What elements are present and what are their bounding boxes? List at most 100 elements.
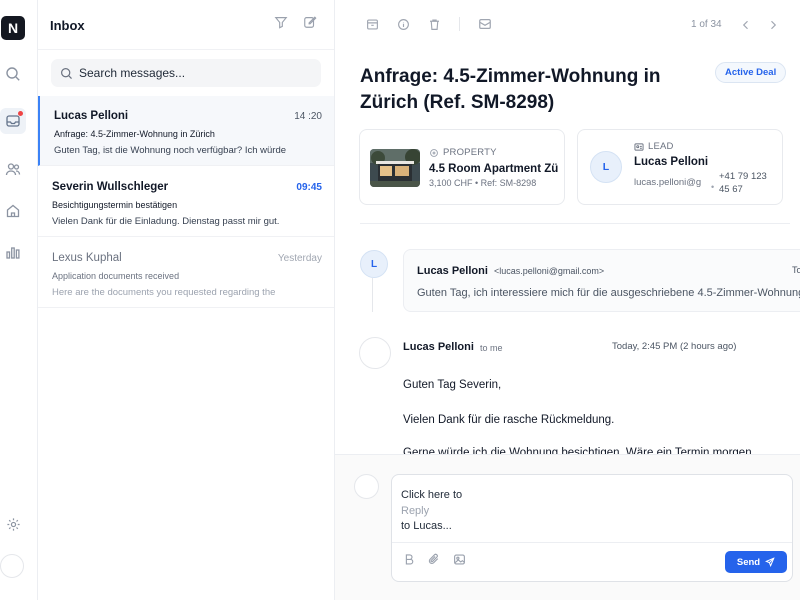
image-button[interactable] <box>452 552 466 566</box>
app-logo[interactable]: N <box>1 16 25 40</box>
mail-sender: Severin Wullschleger <box>52 181 169 193</box>
attach-button[interactable] <box>427 552 441 566</box>
mail-icon <box>478 17 492 31</box>
search-box[interactable] <box>51 59 321 87</box>
template-button[interactable] <box>402 552 416 566</box>
mail-time: Yesterday <box>277 253 322 264</box>
reply-placeholder-line: Reply <box>401 504 430 517</box>
compose-button[interactable] <box>302 14 318 30</box>
mail-preview: Here are the documents you requested reg… <box>52 287 276 298</box>
archive-icon <box>366 18 379 31</box>
mail-subject: Besichtigungstermin bestätigen <box>52 200 178 210</box>
property-thumbnail <box>370 149 420 187</box>
section-divider <box>360 223 790 224</box>
send-label: Send <box>736 556 761 568</box>
user-avatar[interactable] <box>0 554 24 578</box>
mail-list-item[interactable]: Lexus Kuphal Yesterday Application docum… <box>38 238 334 308</box>
property-card[interactable]: PROPERTY 4.5 Room Apartment Zü 3,100 CHF… <box>359 129 565 205</box>
inbox-title: Inbox <box>50 18 85 33</box>
message-time: Today, 2:45 PM <box>792 265 800 275</box>
trash-icon <box>428 18 441 31</box>
settings-nav-button[interactable] <box>2 513 24 535</box>
logo-letter: N <box>7 20 19 36</box>
bold-icon <box>403 553 415 565</box>
inbox-nav-button[interactable] <box>0 108 26 134</box>
contacts-nav-button[interactable] <box>2 158 24 180</box>
property-title: 4.5 Room Apartment Zü <box>429 163 559 175</box>
archive-button[interactable] <box>365 17 379 31</box>
thread-subject: Anfrage: 4.5-Zimmer-Wohnung in Zürich (R… <box>360 66 661 113</box>
deal-status-badge[interactable]: Active Deal <box>715 62 787 83</box>
mark-unread-button[interactable] <box>478 17 492 31</box>
lead-phone[interactable]: +41 79 123 45 67 <box>719 170 769 196</box>
image-icon <box>453 553 466 566</box>
toolbar-divider <box>459 17 460 31</box>
properties-nav-button[interactable] <box>2 200 24 222</box>
message-recipient: to me <box>480 343 503 353</box>
inbox-pane: Inbox Lucas Pelloni 14 :20 Anfrage: 4.5-… <box>38 0 335 600</box>
property-kicker-label: PROPERTY <box>443 147 497 158</box>
lead-avatar: L <box>590 151 622 183</box>
users-icon <box>5 161 21 177</box>
mail-preview: Vielen Dank für die Einladung. Dienstag … <box>52 216 280 227</box>
message-time: Today, 2:45 PM (2 hours ago) <box>612 341 737 352</box>
info-icon <box>397 18 410 31</box>
notification-dot <box>18 111 23 116</box>
search-input[interactable] <box>79 66 309 80</box>
property-details: 3,100 CHF • Ref: SM-8298 <box>429 178 537 188</box>
search-icon <box>5 66 21 82</box>
composer-divider <box>392 542 792 543</box>
mail-list-item[interactable]: Severin Wullschleger 09:45 Besichtigungs… <box>38 167 334 237</box>
mail-preview: Guten Tag, ist die Wohnung noch verfügba… <box>54 145 287 156</box>
reply-placeholder[interactable]: Click here to Reply to Lucas... <box>401 488 501 535</box>
filter-icon <box>274 15 288 29</box>
chart-icon <box>5 244 21 260</box>
lead-email[interactable]: lucas.pelloni@g <box>634 177 701 188</box>
thread-toolbar: 1 of 34 <box>335 0 800 50</box>
property-kicker: PROPERTY <box>429 147 497 158</box>
mail-subject: Anfrage: 4.5-Zimmer-Wohnung in Zürich <box>54 129 215 139</box>
reply-composer[interactable]: Click here to Reply to Lucas... Send <box>391 474 793 582</box>
search-nav-button[interactable] <box>2 63 24 85</box>
lead-card[interactable]: L LEAD Lucas Pelloni lucas.pelloni@g • +… <box>577 129 783 205</box>
tag-icon <box>429 148 443 158</box>
analytics-nav-button[interactable] <box>2 241 24 263</box>
delete-button[interactable] <box>427 17 441 31</box>
message-body-line: Guten Tag Severin, <box>403 379 502 391</box>
lead-kicker: LEAD <box>634 141 674 152</box>
my-avatar <box>354 474 379 499</box>
mail-subject: Application documents received <box>52 271 180 281</box>
collapsed-message[interactable]: Lucas Pelloni <lucas.pelloni@gmail.com> … <box>403 249 800 312</box>
message-preview: Guten Tag, ich interessiere mich für die… <box>417 287 800 299</box>
info-button[interactable] <box>396 17 410 31</box>
compose-icon <box>303 15 317 29</box>
message-sender-email: <lucas.pelloni@gmail.com> <box>494 266 605 276</box>
sender-avatar <box>359 337 391 369</box>
mail-list-item[interactable]: Lucas Pelloni 14 :20 Anfrage: 4.5-Zimmer… <box>38 96 334 166</box>
mail-sender: Lucas Pelloni <box>54 110 129 122</box>
mail-time: 09:45 <box>296 182 322 193</box>
reply-placeholder-line: Click here to <box>401 489 463 501</box>
home-icon <box>5 203 21 219</box>
mail-sender: Lexus Kuphal <box>52 252 122 264</box>
mail-time: 14 :20 <box>294 111 322 122</box>
pagination-count: 1 of 34 <box>691 19 722 30</box>
filter-button[interactable] <box>273 14 289 30</box>
next-button[interactable] <box>766 18 780 32</box>
message-body-line: Vielen Dank für die rasche Rückmeldung. <box>403 414 615 426</box>
reply-area: Click here to Reply to Lucas... Send <box>335 454 800 600</box>
message-sender: Lucas Pelloni <box>417 265 488 277</box>
chevron-right-icon <box>767 19 779 31</box>
message-sender: Lucas Pelloni <box>403 341 474 353</box>
thread-pane: 1 of 34 Anfrage: 4.5-Zimmer-Wohnung in Z… <box>335 0 800 600</box>
id-card-icon <box>634 142 648 152</box>
nav-rail: N <box>0 0 38 600</box>
previous-button[interactable] <box>739 18 753 32</box>
send-button[interactable]: Send <box>725 551 787 573</box>
lead-kicker-label: LEAD <box>648 141 674 152</box>
sender-avatar: L <box>360 250 388 278</box>
search-icon <box>60 67 73 80</box>
reply-placeholder-line: to Lucas... <box>401 520 452 532</box>
paperclip-icon <box>428 553 440 565</box>
settings-icon <box>6 517 21 532</box>
